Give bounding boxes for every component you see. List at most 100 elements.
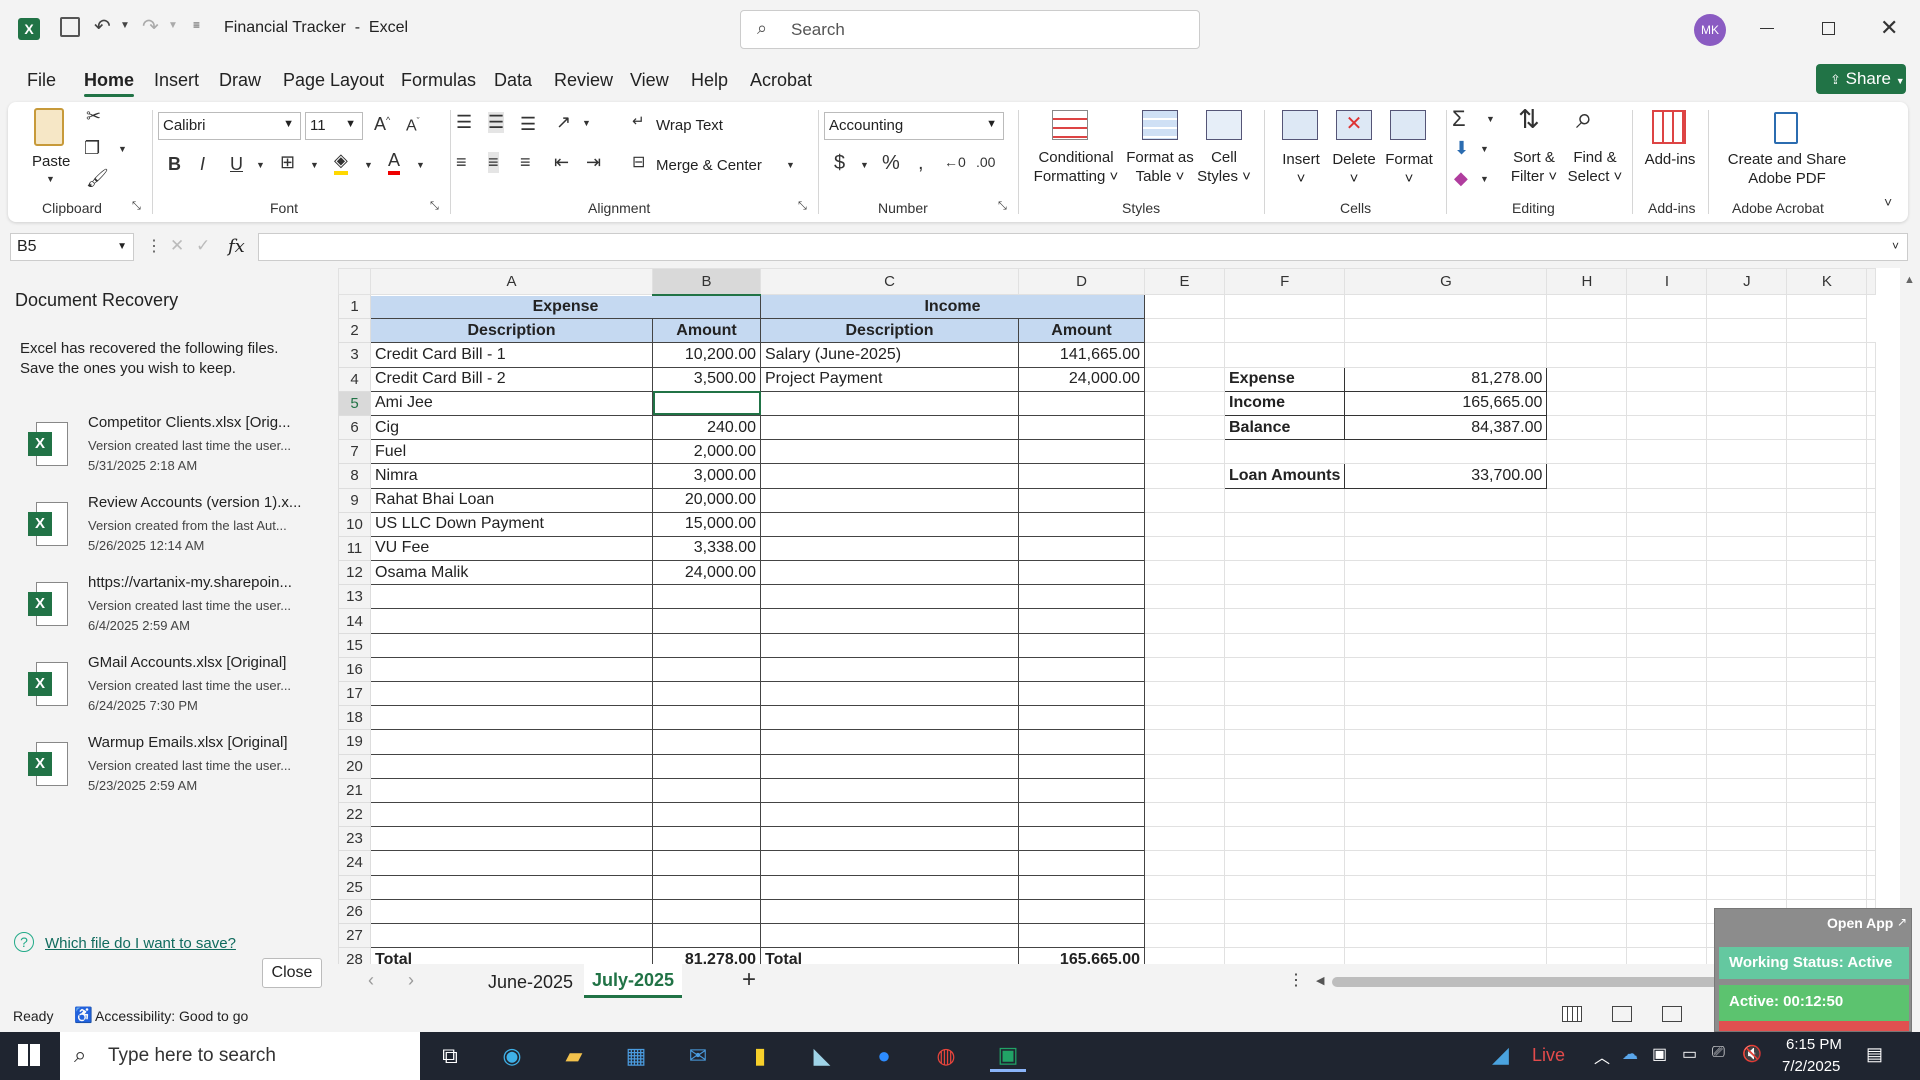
minimize-icon[interactable] [1760, 28, 1774, 29]
cell[interactable] [1546, 511, 1628, 537]
income-desc-cell[interactable] [760, 511, 1019, 537]
expense-amount-cell[interactable] [652, 656, 761, 683]
income-desc-cell[interactable] [760, 608, 1019, 634]
cell[interactable] [1706, 511, 1788, 537]
income-desc-cell[interactable] [760, 777, 1019, 803]
number-format-dropdown[interactable]: Accounting ▼ [824, 112, 1004, 140]
row-header[interactable]: 26 [338, 898, 371, 924]
expense-amount-cell[interactable]: 15,000.00 [652, 511, 761, 537]
format-as-table-icon[interactable] [1142, 110, 1178, 140]
taskbar-search[interactable]: ⌕ Type here to search [60, 1032, 420, 1080]
redo-icon[interactable]: ↷ [142, 14, 159, 39]
income-amount-cell[interactable] [1018, 850, 1145, 876]
tray-chevron-icon[interactable]: ︿ [1594, 1044, 1610, 1068]
cell[interactable] [1626, 293, 1708, 320]
cell[interactable] [1344, 850, 1548, 876]
cell[interactable] [1144, 584, 1225, 610]
cell[interactable] [1786, 850, 1868, 876]
font-color-dropdown-icon[interactable]: ▼ [416, 160, 425, 170]
cell[interactable] [1546, 922, 1628, 949]
create-share-pdf-button[interactable]: Create and Share Adobe PDF [1720, 150, 1854, 188]
fill-color-icon[interactable]: ◈ [334, 150, 348, 175]
cell[interactable] [1223, 656, 1346, 683]
insert-function-icon[interactable]: fx [228, 236, 245, 257]
cell[interactable] [1706, 560, 1788, 586]
row-header[interactable]: 25 [338, 874, 371, 900]
row-header[interactable]: 4 [338, 366, 371, 392]
cell[interactable] [1344, 560, 1548, 586]
column-header[interactable]: G [1344, 268, 1548, 295]
tab-insert[interactable]: Insert [154, 70, 199, 91]
cell[interactable] [1223, 560, 1346, 586]
income-header[interactable]: Income [760, 293, 1145, 320]
income-amount-cell[interactable] [1018, 705, 1145, 731]
accessibility-status[interactable]: Accessibility: Good to go [95, 1008, 248, 1024]
wrap-text-button[interactable]: Wrap Text [656, 116, 723, 135]
expense-desc-cell[interactable]: US LLC Down Payment [370, 511, 653, 537]
merge-center-button[interactable]: Merge & Center [656, 156, 762, 175]
align-left-icon[interactable]: ≡ [456, 152, 467, 173]
expense-amount-cell[interactable] [652, 705, 761, 731]
bold-icon[interactable]: B [168, 154, 181, 175]
cell[interactable] [1786, 801, 1868, 828]
cell[interactable] [1626, 584, 1708, 610]
cell[interactable] [1344, 293, 1548, 320]
fill-icon[interactable]: ⬇ [1454, 138, 1469, 159]
add-sheet-icon[interactable]: + [742, 966, 756, 994]
cell[interactable] [1344, 439, 1548, 465]
cell[interactable] [1144, 874, 1225, 900]
cell[interactable] [1866, 801, 1877, 828]
sheet-tab-july[interactable]: July-2025 [584, 964, 682, 998]
formula-input[interactable]: ˅ [258, 233, 1908, 261]
expense-desc-header[interactable]: Description [370, 318, 653, 344]
row-header[interactable]: 27 [338, 922, 371, 949]
cell[interactable] [1546, 753, 1628, 779]
cell[interactable] [1706, 874, 1788, 900]
cell[interactable] [1546, 439, 1628, 465]
summary-label[interactable]: Expense [1223, 366, 1346, 392]
cell[interactable] [1866, 874, 1877, 900]
align-top-icon[interactable]: ☰ [456, 112, 472, 133]
cell[interactable] [1546, 826, 1628, 852]
close-window-icon[interactable]: ✕ [1880, 15, 1898, 41]
cell[interactable] [1866, 705, 1877, 731]
fill-color-dropdown-icon[interactable]: ▼ [364, 160, 373, 170]
cell[interactable] [1546, 656, 1628, 683]
cell[interactable] [1786, 293, 1868, 320]
collapse-ribbon-icon[interactable]: ˅ [1884, 194, 1892, 210]
cell-grid[interactable]: A B C D E F G H I J K 1 Expense Income 2 Description Amo… [338, 268, 1877, 973]
income-desc-cell[interactable] [760, 801, 1019, 828]
income-desc-cell[interactable] [760, 439, 1019, 465]
cell[interactable] [1706, 366, 1788, 392]
cell[interactable] [1546, 874, 1628, 900]
expense-desc-cell[interactable]: Credit Card Bill - 1 [370, 342, 653, 368]
row-header[interactable]: 10 [338, 511, 371, 537]
cell[interactable] [1706, 293, 1788, 320]
column-header[interactable]: K [1786, 268, 1868, 295]
cell[interactable] [1344, 753, 1548, 779]
cell[interactable] [1626, 922, 1708, 949]
cell[interactable] [1546, 801, 1628, 828]
cell[interactable] [1344, 535, 1548, 562]
vertical-scrollbar[interactable]: ▲ [1900, 268, 1920, 964]
cell[interactable] [1223, 826, 1346, 852]
row-header[interactable]: 11 [338, 535, 371, 562]
income-amount-header[interactable]: Amount [1018, 318, 1145, 344]
cell[interactable] [1706, 390, 1788, 416]
cell[interactable] [1706, 463, 1788, 489]
column-header[interactable]: I [1626, 268, 1708, 295]
expense-desc-cell[interactable]: Nimra [370, 463, 653, 489]
row-header[interactable]: 19 [338, 729, 371, 755]
currency-icon[interactable]: $ [834, 152, 845, 175]
cell[interactable] [1626, 463, 1708, 489]
tab-draw[interactable]: Draw [219, 70, 261, 91]
align-bottom-icon[interactable]: ☰ [520, 114, 536, 135]
cell[interactable] [1144, 922, 1225, 949]
expense-desc-cell[interactable]: Fuel [370, 439, 653, 465]
cell[interactable] [1786, 826, 1868, 852]
close-recovery-button[interactable]: Close [262, 958, 322, 988]
column-header[interactable]: C [760, 268, 1019, 295]
cell[interactable] [1786, 777, 1868, 803]
cell[interactable] [1223, 632, 1346, 658]
income-desc-cell[interactable] [760, 535, 1019, 562]
